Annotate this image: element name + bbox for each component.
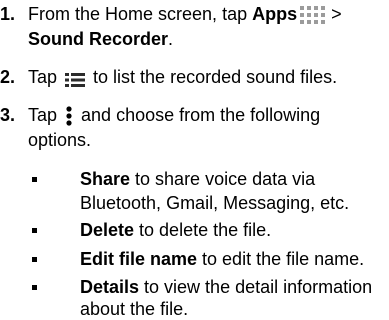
more-options-icon <box>65 106 73 126</box>
step-number: 1. <box>0 4 16 24</box>
option-line-1: Share to share voice data via <box>80 169 316 189</box>
step-2-line-1: Tap to list the recorded sound files. <box>28 67 338 88</box>
step-3-line-2: options. <box>28 130 92 150</box>
step-number: 2. <box>0 67 16 87</box>
bullet-marker <box>32 177 37 182</box>
step-3-line-1: Tap and choose from the following <box>28 105 321 126</box>
apps-grid-icon <box>300 6 326 25</box>
option-line-2: Bluetooth, Gmail, Messaging, etc. <box>80 193 350 213</box>
sound-recorder-label: Sound Recorder <box>28 29 169 49</box>
step-1-line-2: Sound Recorder. <box>28 29 174 49</box>
list-icon <box>65 71 86 88</box>
bullet-marker <box>32 285 37 290</box>
step-1-line-1: From the Home screen, tap Apps > <box>28 4 342 25</box>
option-line-1: Edit file name to edit the file name. <box>80 249 365 269</box>
bullet-marker <box>32 228 37 233</box>
apps-label: Apps <box>252 4 298 24</box>
step-number: 3. <box>0 105 16 125</box>
option-line-1: Delete to delete the file. <box>80 220 272 240</box>
bullet-marker <box>32 257 37 262</box>
option-line-1: Details to view the detail information <box>80 277 373 297</box>
instructions-document: 1. From the Home screen, tap Apps > Soun… <box>0 0 389 319</box>
